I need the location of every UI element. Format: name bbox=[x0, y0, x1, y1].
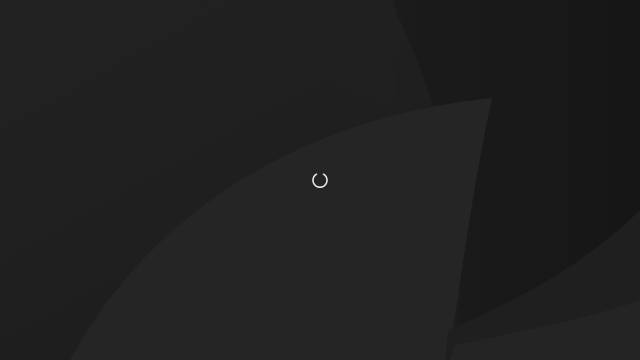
loading-spinner bbox=[310, 170, 330, 190]
loading-spinner-icon bbox=[312, 173, 328, 188]
loading-screen bbox=[0, 0, 640, 360]
